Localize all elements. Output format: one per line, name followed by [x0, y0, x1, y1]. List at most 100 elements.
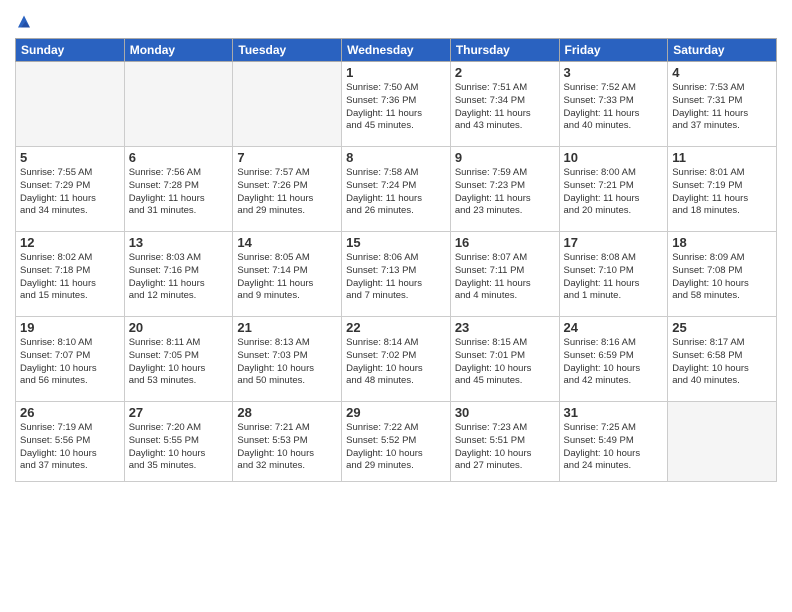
day-cell: 5 Sunrise: 7:55 AM Sunset: 7:29 PM Daylig… — [16, 147, 125, 232]
header — [15, 10, 777, 32]
day-number: 29 — [346, 405, 446, 420]
day-cell — [233, 62, 342, 147]
day-number: 3 — [564, 65, 664, 80]
week-row-2: 5 Sunrise: 7:55 AM Sunset: 7:29 PM Daylig… — [16, 147, 777, 232]
day-cell: 13 Sunrise: 8:03 AM Sunset: 7:16 PM Dayli… — [124, 232, 233, 317]
day-number: 27 — [129, 405, 229, 420]
day-number: 14 — [237, 235, 337, 250]
day-number: 17 — [564, 235, 664, 250]
day-cell: 29 Sunrise: 7:22 AM Sunset: 5:52 PM Dayli… — [342, 402, 451, 482]
weekday-friday: Friday — [559, 39, 668, 62]
day-cell: 7 Sunrise: 7:57 AM Sunset: 7:26 PM Daylig… — [233, 147, 342, 232]
day-cell: 3 Sunrise: 7:52 AM Sunset: 7:33 PM Daylig… — [559, 62, 668, 147]
day-info: Sunrise: 7:25 AM Sunset: 5:49 PM Dayligh… — [564, 422, 664, 473]
page: SundayMondayTuesdayWednesdayThursdayFrid… — [0, 0, 792, 612]
day-cell: 30 Sunrise: 7:23 AM Sunset: 5:51 PM Dayli… — [450, 402, 559, 482]
day-cell: 31 Sunrise: 7:25 AM Sunset: 5:49 PM Dayli… — [559, 402, 668, 482]
day-cell: 11Sunrise: 8:01 AM Sunset: 7:19 PM Dayli… — [668, 147, 777, 232]
day-info: Sunrise: 8:00 AM Sunset: 7:21 PM Dayligh… — [564, 167, 664, 218]
day-info: Sunrise: 8:06 AM Sunset: 7:13 PM Dayligh… — [346, 252, 446, 303]
weekday-wednesday: Wednesday — [342, 39, 451, 62]
day-number: 26 — [20, 405, 120, 420]
day-number: 30 — [455, 405, 555, 420]
day-info: Sunrise: 8:11 AM Sunset: 7:05 PM Dayligh… — [129, 337, 229, 388]
day-number: 16 — [455, 235, 555, 250]
day-info: Sunrise: 8:15 AM Sunset: 7:01 PM Dayligh… — [455, 337, 555, 388]
day-cell: 18 Sunrise: 8:09 AM Sunset: 7:08 PM Dayli… — [668, 232, 777, 317]
day-info: Sunrise: 8:07 AM Sunset: 7:11 PM Dayligh… — [455, 252, 555, 303]
day-cell: 9 Sunrise: 7:59 AM Sunset: 7:23 PM Daylig… — [450, 147, 559, 232]
day-info: Sunrise: 8:17 AM Sunset: 6:58 PM Dayligh… — [672, 337, 772, 388]
day-number: 15 — [346, 235, 446, 250]
day-number: 24 — [564, 320, 664, 335]
day-number: 10 — [564, 150, 664, 165]
day-cell: 19Sunrise: 8:10 AM Sunset: 7:07 PM Dayli… — [16, 317, 125, 402]
day-number: 13 — [129, 235, 229, 250]
day-number: 6 — [129, 150, 229, 165]
day-cell: 2 Sunrise: 7:51 AM Sunset: 7:34 PM Daylig… — [450, 62, 559, 147]
day-info: Sunrise: 7:52 AM Sunset: 7:33 PM Dayligh… — [564, 82, 664, 133]
day-cell: 24 Sunrise: 8:16 AM Sunset: 6:59 PM Dayli… — [559, 317, 668, 402]
day-number: 1 — [346, 65, 446, 80]
day-cell: 20 Sunrise: 8:11 AM Sunset: 7:05 PM Dayli… — [124, 317, 233, 402]
calendar-table: SundayMondayTuesdayWednesdayThursdayFrid… — [15, 38, 777, 482]
day-number: 22 — [346, 320, 446, 335]
day-number: 25 — [672, 320, 772, 335]
day-info: Sunrise: 7:53 AM Sunset: 7:31 PM Dayligh… — [672, 82, 772, 133]
day-cell: 16 Sunrise: 8:07 AM Sunset: 7:11 PM Dayli… — [450, 232, 559, 317]
day-info: Sunrise: 7:22 AM Sunset: 5:52 PM Dayligh… — [346, 422, 446, 473]
day-info: Sunrise: 8:09 AM Sunset: 7:08 PM Dayligh… — [672, 252, 772, 303]
day-info: Sunrise: 7:55 AM Sunset: 7:29 PM Dayligh… — [20, 167, 120, 218]
day-info: Sunrise: 7:56 AM Sunset: 7:28 PM Dayligh… — [129, 167, 229, 218]
day-number: 21 — [237, 320, 337, 335]
day-info: Sunrise: 7:23 AM Sunset: 5:51 PM Dayligh… — [455, 422, 555, 473]
day-number: 9 — [455, 150, 555, 165]
day-info: Sunrise: 7:19 AM Sunset: 5:56 PM Dayligh… — [20, 422, 120, 473]
week-row-5: 26 Sunrise: 7:19 AM Sunset: 5:56 PM Dayli… — [16, 402, 777, 482]
day-info: Sunrise: 8:03 AM Sunset: 7:16 PM Dayligh… — [129, 252, 229, 303]
day-number: 23 — [455, 320, 555, 335]
weekday-thursday: Thursday — [450, 39, 559, 62]
day-cell: 15 Sunrise: 8:06 AM Sunset: 7:13 PM Dayli… — [342, 232, 451, 317]
day-cell: 17 Sunrise: 8:08 AM Sunset: 7:10 PM Dayli… — [559, 232, 668, 317]
day-cell: 23 Sunrise: 8:15 AM Sunset: 7:01 PM Dayli… — [450, 317, 559, 402]
day-number: 2 — [455, 65, 555, 80]
day-info: Sunrise: 8:08 AM Sunset: 7:10 PM Dayligh… — [564, 252, 664, 303]
day-cell: 27Sunrise: 7:20 AM Sunset: 5:55 PM Dayli… — [124, 402, 233, 482]
logo-icon — [15, 14, 33, 32]
day-cell: 1 Sunrise: 7:50 AM Sunset: 7:36 PM Daylig… — [342, 62, 451, 147]
logo — [15, 14, 37, 32]
day-info: Sunrise: 7:50 AM Sunset: 7:36 PM Dayligh… — [346, 82, 446, 133]
day-cell: 21 Sunrise: 8:13 AM Sunset: 7:03 PM Dayli… — [233, 317, 342, 402]
day-number: 7 — [237, 150, 337, 165]
weekday-monday: Monday — [124, 39, 233, 62]
week-row-4: 19Sunrise: 8:10 AM Sunset: 7:07 PM Dayli… — [16, 317, 777, 402]
day-info: Sunrise: 7:21 AM Sunset: 5:53 PM Dayligh… — [237, 422, 337, 473]
week-row-1: 1 Sunrise: 7:50 AM Sunset: 7:36 PM Daylig… — [16, 62, 777, 147]
day-number: 11 — [672, 150, 772, 165]
weekday-tuesday: Tuesday — [233, 39, 342, 62]
day-info: Sunrise: 7:58 AM Sunset: 7:24 PM Dayligh… — [346, 167, 446, 218]
day-cell — [124, 62, 233, 147]
day-info: Sunrise: 8:16 AM Sunset: 6:59 PM Dayligh… — [564, 337, 664, 388]
day-number: 31 — [564, 405, 664, 420]
day-info: Sunrise: 7:59 AM Sunset: 7:23 PM Dayligh… — [455, 167, 555, 218]
day-info: Sunrise: 8:14 AM Sunset: 7:02 PM Dayligh… — [346, 337, 446, 388]
day-cell: 6 Sunrise: 7:56 AM Sunset: 7:28 PM Daylig… — [124, 147, 233, 232]
weekday-header-row: SundayMondayTuesdayWednesdayThursdayFrid… — [16, 39, 777, 62]
day-number: 28 — [237, 405, 337, 420]
day-info: Sunrise: 7:51 AM Sunset: 7:34 PM Dayligh… — [455, 82, 555, 133]
day-info: Sunrise: 8:13 AM Sunset: 7:03 PM Dayligh… — [237, 337, 337, 388]
day-number: 5 — [20, 150, 120, 165]
day-cell: 14Sunrise: 8:05 AM Sunset: 7:14 PM Dayli… — [233, 232, 342, 317]
week-row-3: 12Sunrise: 8:02 AM Sunset: 7:18 PM Dayli… — [16, 232, 777, 317]
day-cell: 8Sunrise: 7:58 AM Sunset: 7:24 PM Daylig… — [342, 147, 451, 232]
day-info: Sunrise: 8:10 AM Sunset: 7:07 PM Dayligh… — [20, 337, 120, 388]
day-number: 20 — [129, 320, 229, 335]
day-number: 18 — [672, 235, 772, 250]
weekday-saturday: Saturday — [668, 39, 777, 62]
day-cell: 12Sunrise: 8:02 AM Sunset: 7:18 PM Dayli… — [16, 232, 125, 317]
day-cell: 10 Sunrise: 8:00 AM Sunset: 7:21 PM Dayli… — [559, 147, 668, 232]
day-info: Sunrise: 7:57 AM Sunset: 7:26 PM Dayligh… — [237, 167, 337, 218]
day-cell: 25 Sunrise: 8:17 AM Sunset: 6:58 PM Dayli… — [668, 317, 777, 402]
